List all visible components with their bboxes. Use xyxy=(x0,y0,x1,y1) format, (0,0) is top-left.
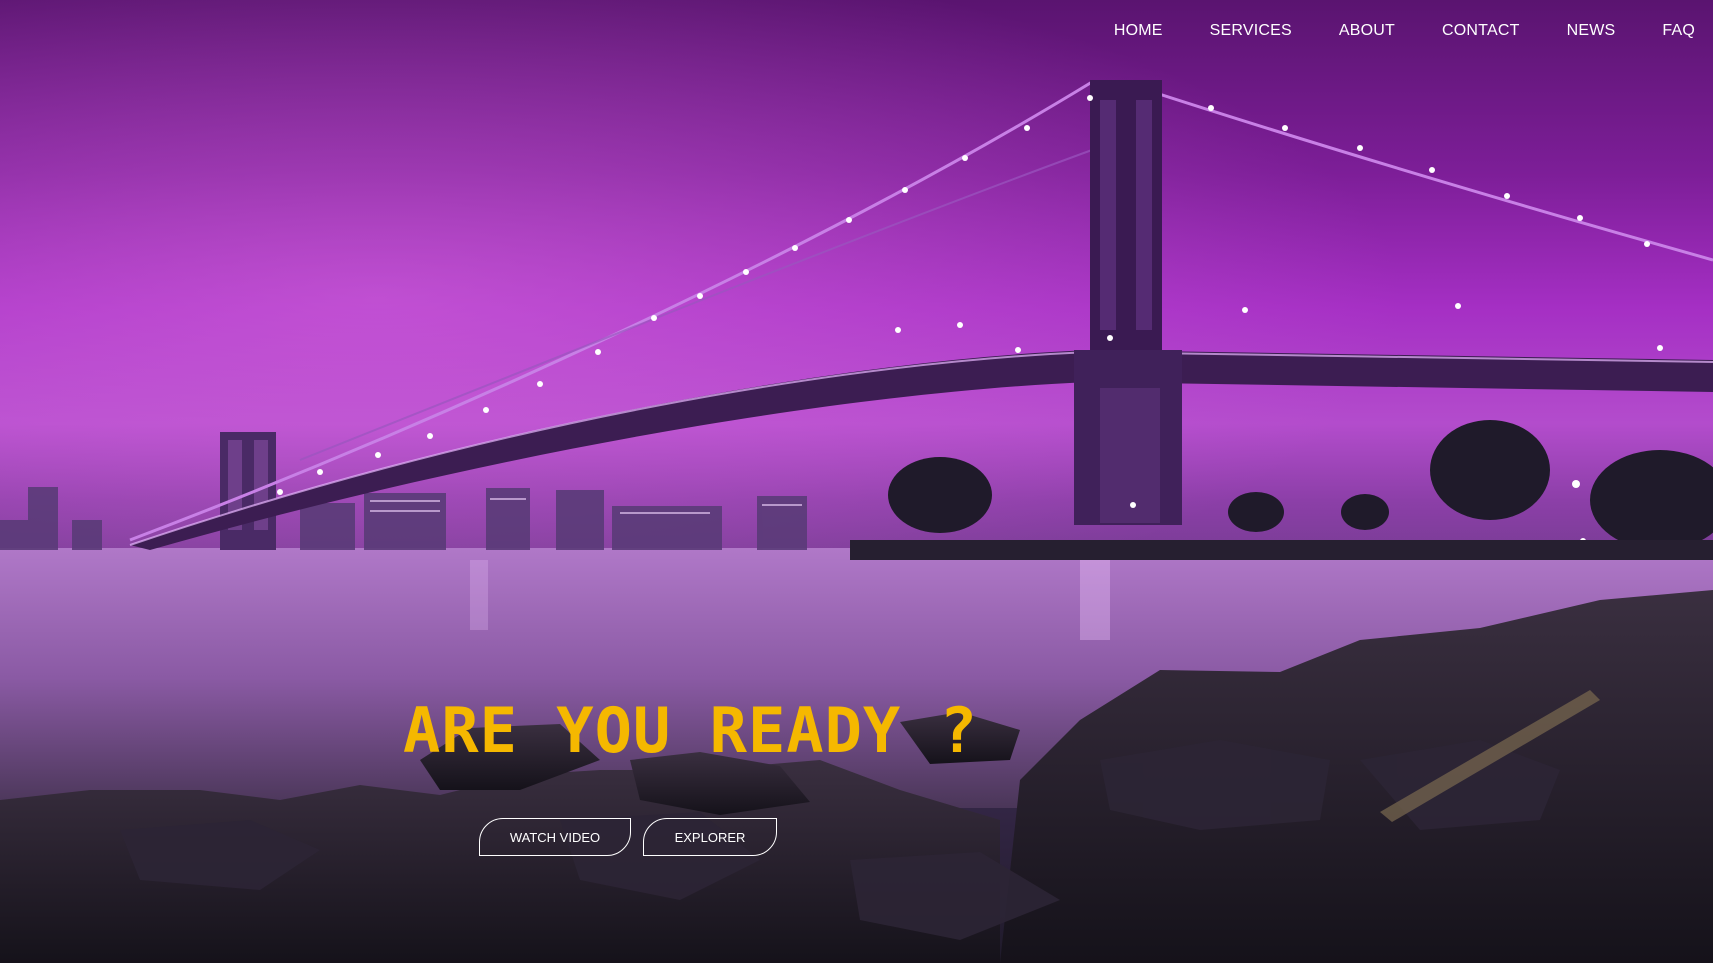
bridge-night-background-image xyxy=(0,0,1713,963)
nav-item-news[interactable]: NEWS xyxy=(1567,22,1616,40)
top-navigation: HOME SERVICES ABOUT CONTACT NEWS FAQ xyxy=(1067,0,1713,62)
nav-item-contact[interactable]: CONTACT xyxy=(1442,22,1520,40)
nav-item-home[interactable]: HOME xyxy=(1114,22,1163,40)
hero-section: HOME SERVICES ABOUT CONTACT NEWS FAQ ARE… xyxy=(0,0,1713,963)
nav-item-faq[interactable]: FAQ xyxy=(1662,22,1695,40)
hero-headline: ARE YOU READY ? xyxy=(403,694,978,767)
explorer-button[interactable]: EXPLORER xyxy=(643,818,777,856)
nav-item-services[interactable]: SERVICES xyxy=(1210,22,1292,40)
watch-video-button[interactable]: WATCH VIDEO xyxy=(479,818,631,856)
nav-item-about[interactable]: ABOUT xyxy=(1339,22,1395,40)
